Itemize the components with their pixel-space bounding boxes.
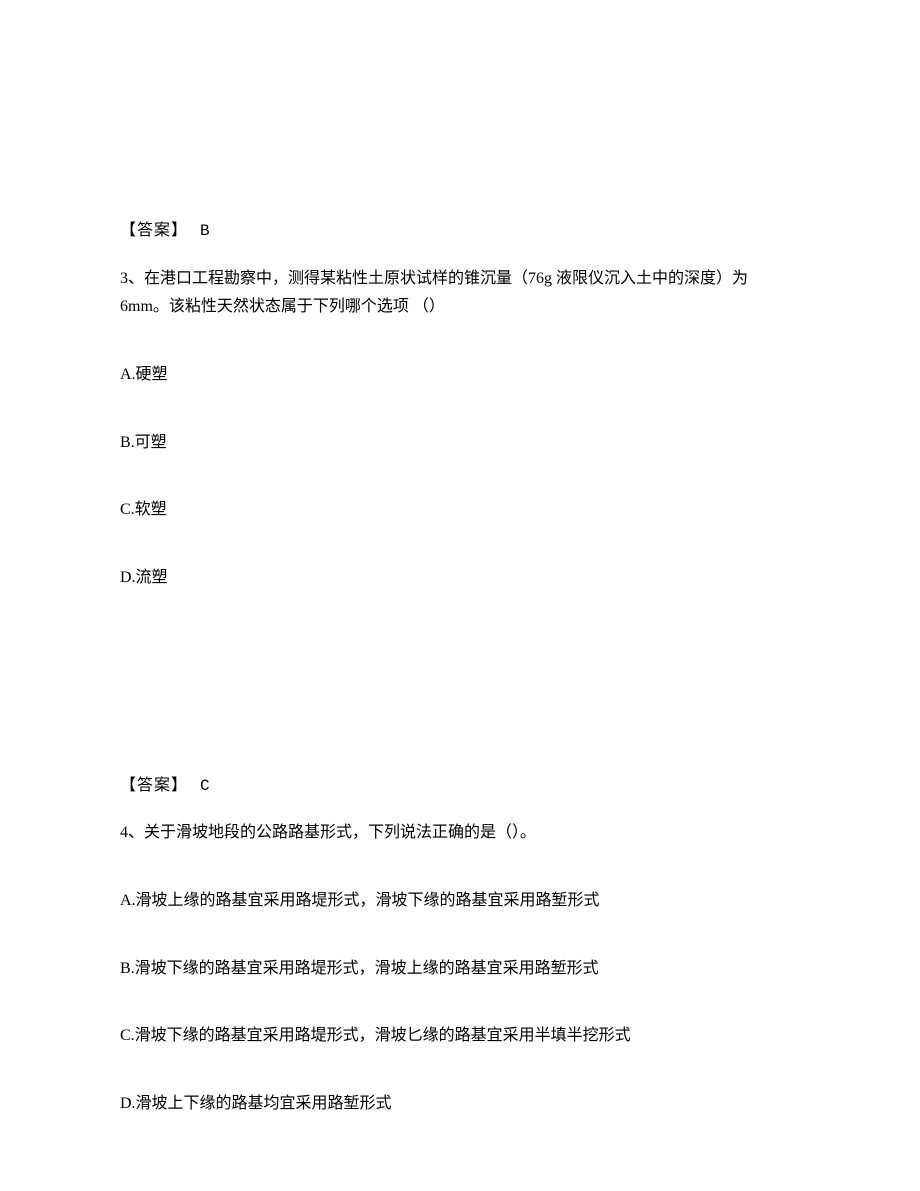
question-4-option-d: D.滑坡上下缘的路基均宜采用路堑形式 — [120, 1091, 800, 1117]
question-3-section: 【答案】 B 3、在港口工程勘察中，测得某粘性土原状试样的锥沉量（76g 液限仪… — [120, 0, 800, 591]
question-3-text: 3、在港口工程勘察中，测得某粘性土原状试样的锥沉量（76g 液限仪沉入土中的深度… — [120, 265, 800, 323]
answer-value: C — [200, 777, 210, 795]
question-3-option-c: C.软塑 — [120, 497, 800, 523]
question-4-option-a: A.滑坡上缘的路基宜采用路堤形式，滑坡下缘的路基宜采用路堑形式 — [120, 888, 800, 914]
question-3-option-b: B.可塑 — [120, 430, 800, 456]
previous-answer-block: 【答案】 B — [120, 218, 800, 245]
answer-3-block: 【答案】 C — [120, 773, 800, 800]
question-4-option-c: C.滑坡下缘的路基宜采用路堤形式，滑坡匕缘的路基宜采用半填半挖形式 — [120, 1023, 800, 1049]
question-4-section: 【答案】 C 4、关于滑坡地段的公路路基形式，下列说法正确的是（）。 A.滑坡上… — [120, 633, 800, 1117]
answer-value: B — [200, 222, 210, 240]
question-3-option-d: D.流塑 — [120, 565, 800, 591]
answer-label: 【答案】 — [120, 222, 188, 239]
answer-label: 【答案】 — [120, 777, 188, 794]
question-4-text: 4、关于滑坡地段的公路路基形式，下列说法正确的是（）。 — [120, 819, 800, 848]
question-3-option-a: A.硬塑 — [120, 362, 800, 388]
question-4-option-b: B.滑坡下缘的路基宜采用路堤形式，滑坡上缘的路基宜采用路堑形式 — [120, 956, 800, 982]
